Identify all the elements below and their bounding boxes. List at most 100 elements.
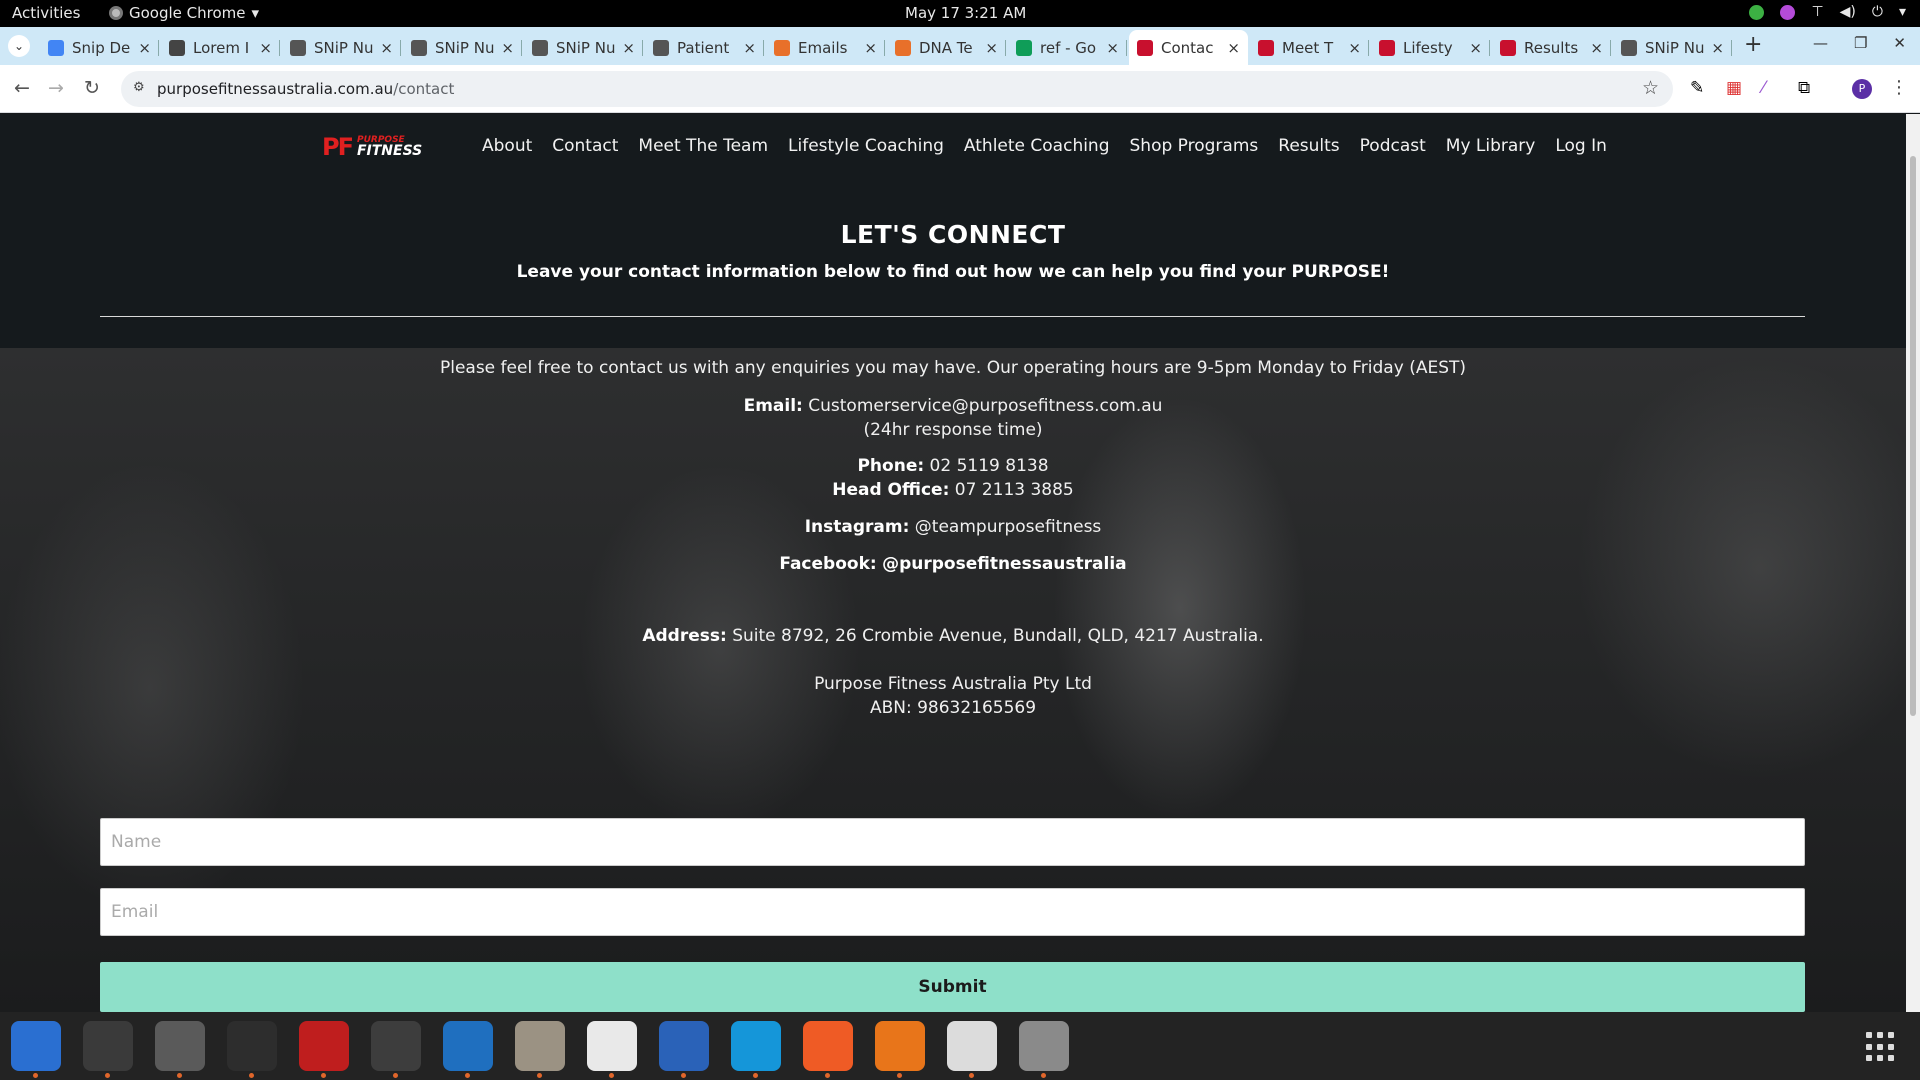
running-indicator — [105, 1073, 110, 1078]
site-info-icon[interactable]: ⚙ — [133, 80, 150, 97]
page-scrollbar[interactable] — [1906, 114, 1920, 1012]
tab-9[interactable]: Contac × — [1129, 30, 1248, 65]
blender-flame-icon[interactable] — [875, 1021, 925, 1078]
terminal-icon[interactable] — [83, 1021, 133, 1078]
tab-close-icon[interactable]: × — [864, 39, 877, 57]
tab-12[interactable]: Results × — [1492, 30, 1611, 65]
tab-8[interactable]: ref - Go × — [1008, 30, 1127, 65]
window-controls: — ❐ ✕ — [1813, 34, 1906, 52]
tab-close-icon[interactable]: × — [1590, 39, 1603, 57]
color-picker-icon[interactable] — [1780, 4, 1796, 20]
calendar-extension-icon[interactable]: ▦ — [1726, 78, 1742, 98]
address-value: Suite 8792, 26 Crombie Avenue, Bundall, … — [732, 626, 1264, 646]
tab-close-icon[interactable]: × — [985, 39, 998, 57]
reload-icon[interactable]: ↻ — [84, 77, 100, 99]
tab-1[interactable]: Lorem I × — [161, 30, 280, 65]
email-link[interactable]: Customerservice@purposefitness.com.au — [808, 396, 1162, 416]
purpose-fitness-icon — [1137, 39, 1153, 56]
restore-icon[interactable]: ❐ — [1854, 34, 1867, 52]
phone-value[interactable]: 02 5119 8138 — [930, 456, 1049, 476]
tab-0[interactable]: Snip De × — [40, 30, 159, 65]
files-icon[interactable] — [515, 1021, 565, 1078]
tab-2[interactable]: SNiP Nu × — [282, 30, 401, 65]
snip-icon — [532, 39, 548, 56]
calculator-icon[interactable] — [155, 1021, 205, 1078]
shield-check-icon[interactable] — [1749, 4, 1765, 20]
tab-close-icon[interactable]: × — [1348, 39, 1361, 57]
head-office-value[interactable]: 07 2113 3885 — [955, 480, 1074, 500]
tab-5[interactable]: Patient × — [645, 30, 764, 65]
extensions-puzzle-icon[interactable]: ⧉ — [1798, 78, 1810, 98]
new-tab-button[interactable]: + — [1744, 32, 1762, 57]
nav-podcast[interactable]: Podcast — [1360, 136, 1426, 156]
bookmark-star-icon[interactable]: ☆ — [1642, 77, 1659, 99]
nav-lifestyle-coaching[interactable]: Lifestyle Coaching — [788, 136, 944, 156]
thunderbird-icon[interactable] — [11, 1021, 61, 1078]
chrome-icon[interactable] — [371, 1021, 421, 1078]
facebook-handle[interactable]: @purposefitnessaustralia — [882, 554, 1127, 574]
minimize-icon[interactable]: — — [1813, 34, 1828, 52]
show-apps-grid-icon[interactable] — [1866, 1032, 1896, 1062]
tab-close-icon[interactable]: × — [1227, 39, 1240, 57]
system-tray[interactable]: ⊤ ◀) ⏻ ▾ — [1749, 4, 1906, 20]
profile-avatar[interactable]: P — [1852, 79, 1872, 99]
tab-close-icon[interactable]: × — [1469, 39, 1482, 57]
url-text[interactable]: purposefitnessaustralia.com.au/contact — [157, 80, 454, 98]
volume-icon[interactable]: ◀) — [1840, 4, 1856, 20]
vscode-icon[interactable] — [443, 1021, 493, 1078]
abn-number: ABN: 98632165569 — [869, 698, 1037, 718]
purpose-fitness-logo[interactable]: PF PURPOSE FITNESS — [322, 133, 422, 161]
text-editor-icon[interactable] — [587, 1021, 637, 1078]
name-input[interactable] — [100, 818, 1805, 866]
running-indicator — [753, 1073, 758, 1078]
screenshot-tool-icon[interactable] — [947, 1021, 997, 1078]
nav-contact[interactable]: Contact — [552, 136, 618, 156]
tab-4[interactable]: SNiP Nu × — [524, 30, 643, 65]
power-icon[interactable]: ⏻ — [1872, 4, 1883, 20]
tab-close-icon[interactable]: × — [1711, 39, 1724, 57]
nav-results[interactable]: Results — [1278, 136, 1339, 156]
pen-extension-icon[interactable]: ⁄ — [1762, 78, 1765, 98]
close-window-icon[interactable]: ✕ — [1893, 34, 1906, 52]
disks-icon[interactable] — [1019, 1021, 1069, 1078]
scrollbar-thumb[interactable] — [1910, 156, 1916, 716]
document-viewer-icon[interactable] — [659, 1021, 709, 1078]
tab-close-icon[interactable]: × — [622, 39, 635, 57]
nav-log-in[interactable]: Log In — [1555, 136, 1607, 156]
filezilla-icon[interactable] — [299, 1021, 349, 1078]
tab-3[interactable]: SNiP Nu × — [403, 30, 522, 65]
tab-search-button[interactable]: ⌄ — [8, 35, 30, 57]
nav-shop-programs[interactable]: Shop Programs — [1130, 136, 1259, 156]
skype-icon[interactable] — [731, 1021, 781, 1078]
postman-icon[interactable] — [803, 1021, 853, 1078]
nav-my-library[interactable]: My Library — [1446, 136, 1536, 156]
address-bar[interactable]: ⚙ purposefitnessaustralia.com.au/contact… — [121, 71, 1673, 107]
email-input[interactable] — [100, 888, 1805, 936]
clock[interactable]: May 17 3:21 AM — [905, 4, 1026, 22]
tab-close-icon[interactable]: × — [501, 39, 514, 57]
tab-6[interactable]: Emails × — [766, 30, 885, 65]
tab-close-icon[interactable]: × — [380, 39, 393, 57]
tab-7[interactable]: DNA Te × — [887, 30, 1006, 65]
nav-meet-the-team[interactable]: Meet The Team — [638, 136, 768, 156]
app-menu[interactable]: Google Chrome ▾ — [109, 4, 259, 22]
submit-button[interactable]: Submit — [100, 962, 1805, 1012]
tab-10[interactable]: Meet T × — [1250, 30, 1369, 65]
eyedropper-extension-icon[interactable]: ✎ — [1690, 78, 1704, 98]
tab-close-icon[interactable]: × — [138, 39, 151, 57]
back-icon[interactable]: ← — [14, 77, 30, 99]
nav-athlete-coaching[interactable]: Athlete Coaching — [964, 136, 1110, 156]
tab-close-icon[interactable]: × — [259, 39, 272, 57]
activities-button[interactable]: Activities — [12, 4, 80, 22]
tab-close-icon[interactable]: × — [743, 39, 756, 57]
forward-icon[interactable]: → — [48, 77, 64, 99]
tab-close-icon[interactable]: × — [1106, 39, 1119, 57]
chrome-menu-icon[interactable]: ⋮ — [1890, 77, 1908, 98]
instagram-handle[interactable]: @teampurposefitness — [915, 517, 1102, 537]
tab-13[interactable]: SNiP Nu × — [1613, 30, 1732, 65]
nav-about[interactable]: About — [482, 136, 532, 156]
chevron-down-icon[interactable]: ▾ — [1899, 4, 1906, 20]
network-icon[interactable]: ⊤ — [1811, 4, 1823, 20]
system-monitor-icon[interactable] — [227, 1021, 277, 1078]
tab-11[interactable]: Lifesty × — [1371, 30, 1490, 65]
